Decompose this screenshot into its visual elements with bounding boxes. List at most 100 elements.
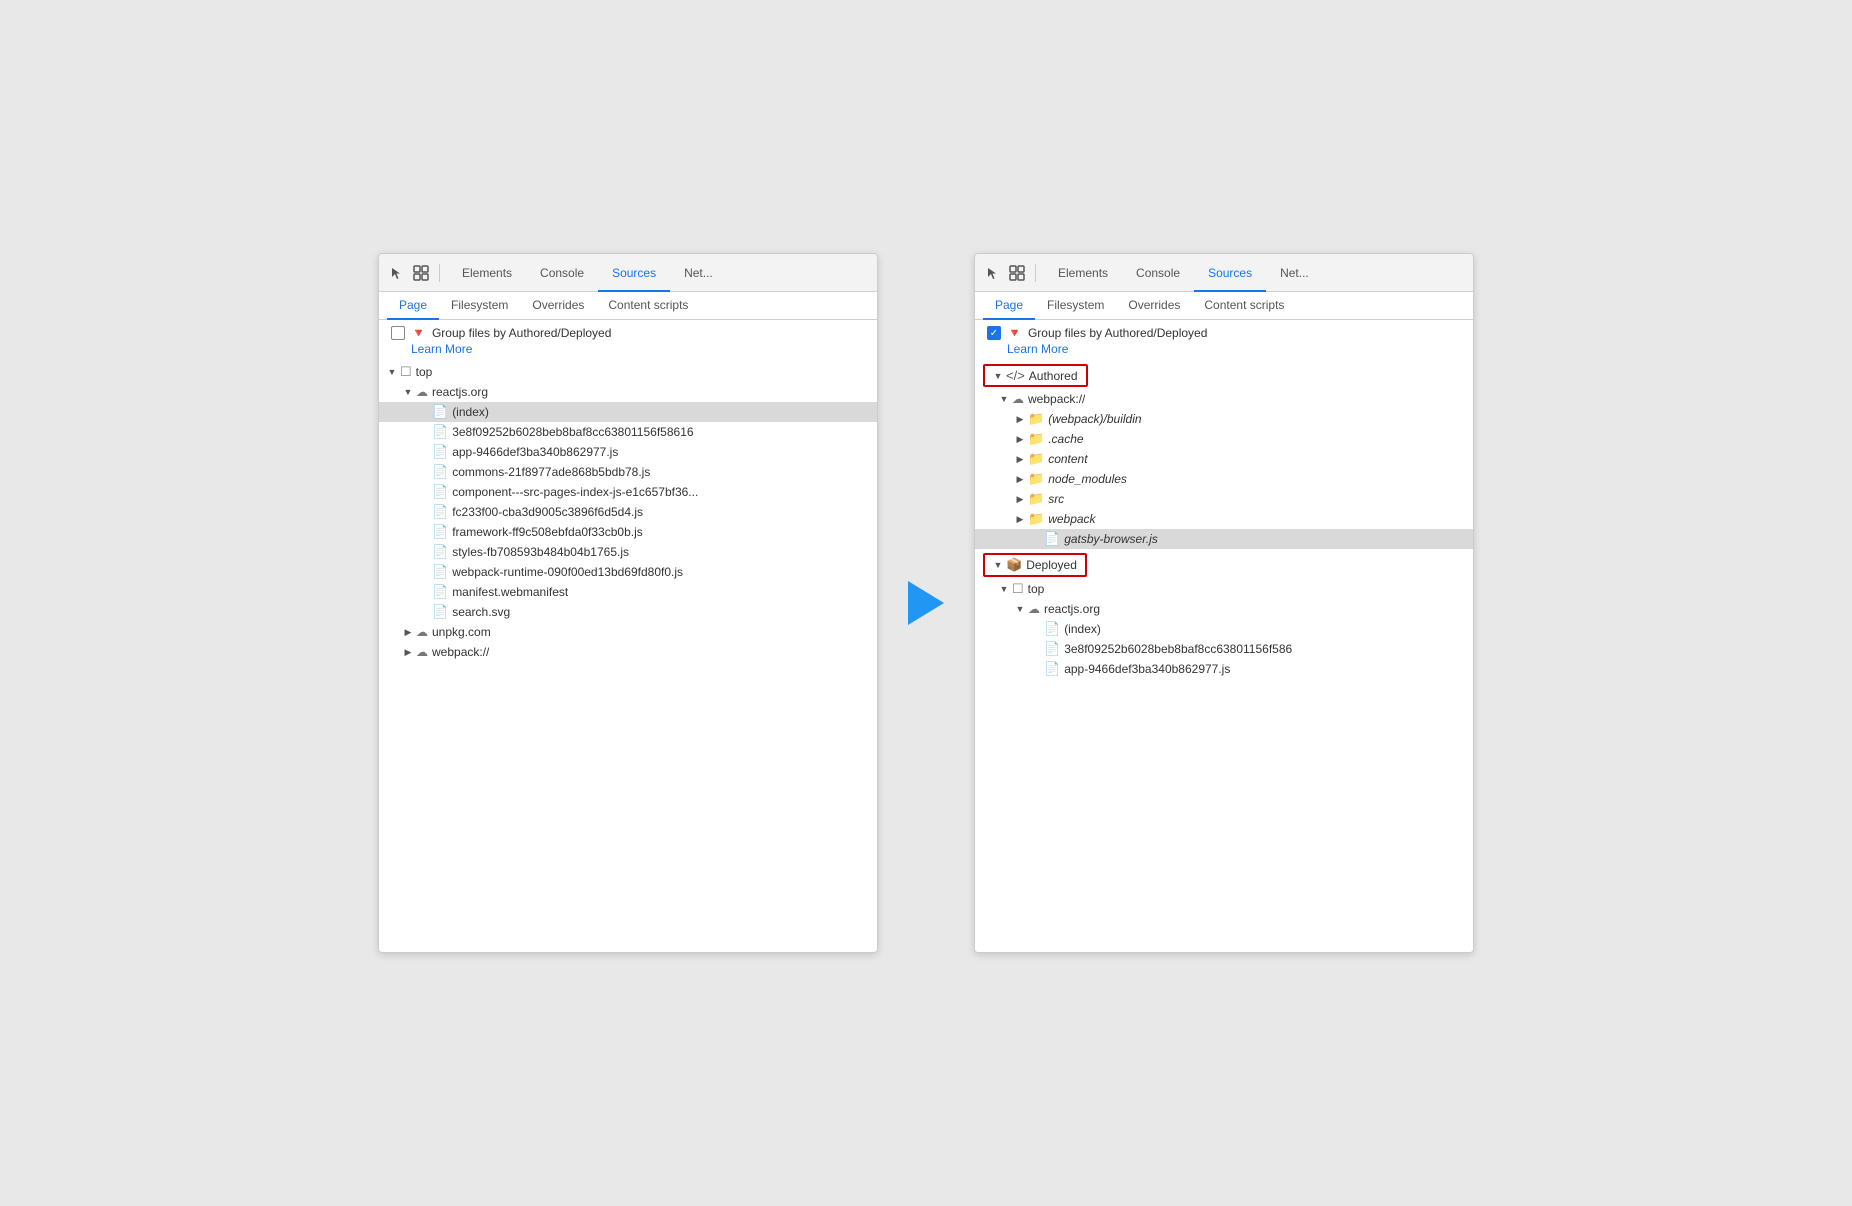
left-learn-more-link[interactable]: Learn More — [411, 342, 472, 356]
inspect-icon[interactable] — [411, 263, 431, 283]
tree-item-webpack-authored[interactable]: ☁ webpack:// — [975, 389, 1473, 409]
tree-item-index-deployed[interactable]: 📄 (index) — [975, 619, 1473, 639]
inspect-icon-right[interactable] — [1007, 263, 1027, 283]
tree-item-search-svg[interactable]: 📄 search.svg — [379, 602, 877, 622]
tab-console-left[interactable]: Console — [526, 254, 598, 292]
tree-item-file-deployed1[interactable]: 📄 3e8f09252b6028beb8baf8cc63801156f586 — [975, 639, 1473, 659]
tree-label: reactjs.org — [432, 385, 488, 399]
tab-elements-left[interactable]: Elements — [448, 254, 526, 292]
right-learn-more-link[interactable]: Learn More — [1007, 342, 1068, 356]
tree-triangle — [993, 371, 1003, 381]
tree-item-cache[interactable]: 📁 .cache — [975, 429, 1473, 449]
right-group-files-label[interactable]: 🔻 Group files by Authored/Deployed — [987, 326, 1207, 340]
sub-tab-filesystem-right[interactable]: Filesystem — [1035, 292, 1116, 320]
tree-item-file4[interactable]: 📄 component---src-pages-index-js-e1c657b… — [379, 482, 877, 502]
tree-item-webpack-left[interactable]: ☁ webpack:// — [379, 642, 877, 662]
right-toolbar: Elements Console Sources Net... — [975, 254, 1473, 292]
tree-label: app-9466def3ba340b862977.js — [452, 445, 618, 459]
toolbar-divider-right — [1035, 264, 1036, 282]
tree-item-manifest[interactable]: 📄 manifest.webmanifest — [379, 582, 877, 602]
file-icon: 📄 — [432, 524, 448, 540]
file-icon: 📄 — [432, 424, 448, 440]
tree-triangle — [403, 627, 413, 638]
tree-label: gatsby-browser.js — [1064, 532, 1158, 546]
funnel-icon-right: 🔻 — [1007, 326, 1022, 340]
tree-item-top-deployed[interactable]: ☐ top — [975, 579, 1473, 599]
funnel-icon: 🔻 — [411, 326, 426, 340]
tree-item-webpack-folder[interactable]: 📁 webpack — [975, 509, 1473, 529]
tree-triangle — [1015, 494, 1025, 505]
file-icon: 📄 — [432, 484, 448, 500]
right-group-files-row: 🔻 Group files by Authored/Deployed Learn… — [975, 320, 1473, 360]
file-icon: 📄 — [432, 604, 448, 620]
tree-item-file6[interactable]: 📄 framework-ff9c508ebfda0f33cb0b.js — [379, 522, 877, 542]
tree-triangle — [1015, 604, 1025, 614]
tab-sources-left[interactable]: Sources — [598, 254, 670, 292]
tab-sources-right[interactable]: Sources — [1194, 254, 1266, 292]
left-group-files-label[interactable]: 🔻 Group files by Authored/Deployed — [391, 326, 611, 340]
tree-label: (webpack)/buildin — [1048, 412, 1141, 426]
tree-item-file8[interactable]: 📄 webpack-runtime-090f00ed13bd69fd80f0.j… — [379, 562, 877, 582]
right-group-files-checkbox[interactable] — [987, 326, 1001, 340]
tree-item-file3[interactable]: 📄 commons-21f8977ade868b5bdb78.js — [379, 462, 877, 482]
tree-item-top[interactable]: ☐ top — [379, 362, 877, 382]
tree-label: webpack — [1048, 512, 1095, 526]
tree-item-deployed[interactable]: 📦 Deployed — [983, 553, 1087, 577]
tree-item-content[interactable]: 📁 content — [975, 449, 1473, 469]
sub-tab-overrides-left[interactable]: Overrides — [520, 292, 596, 320]
tab-elements-right[interactable]: Elements — [1044, 254, 1122, 292]
arrow-shape — [908, 581, 944, 625]
tree-item-node-modules[interactable]: 📁 node_modules — [975, 469, 1473, 489]
tree-item-webpack-buildin[interactable]: 📁 (webpack)/buildin — [975, 409, 1473, 429]
left-group-files-row: 🔻 Group files by Authored/Deployed Learn… — [379, 320, 877, 360]
sub-tab-content-scripts-left[interactable]: Content scripts — [596, 292, 700, 320]
tab-network-left[interactable]: Net... — [670, 254, 727, 292]
box-icon: 📦 — [1006, 557, 1022, 573]
tree-label: webpack-runtime-090f00ed13bd69fd80f0.js — [452, 565, 683, 579]
tree-item-gatsby-browser[interactable]: 📄 gatsby-browser.js — [975, 529, 1473, 549]
tree-item-unpkg[interactable]: ☁ unpkg.com — [379, 622, 877, 642]
cursor-icon[interactable] — [387, 263, 407, 283]
tab-network-right[interactable]: Net... — [1266, 254, 1323, 292]
tree-item-file2[interactable]: 📄 app-9466def3ba340b862977.js — [379, 442, 877, 462]
tree-label: src — [1048, 492, 1064, 506]
cloud-icon: ☁ — [1028, 602, 1040, 616]
sub-tab-page-left[interactable]: Page — [387, 292, 439, 320]
tree-item-authored[interactable]: </> Authored — [983, 364, 1088, 387]
tree-item-file7[interactable]: 📄 styles-fb708593b484b04b1765.js — [379, 542, 877, 562]
cloud-icon: ☁ — [1012, 392, 1024, 406]
tree-item-index[interactable]: 📄 (index) — [379, 402, 877, 422]
tree-label: content — [1048, 452, 1087, 466]
file-icon: 📄 — [432, 464, 448, 480]
tree-label: component---src-pages-index-js-e1c657bf3… — [452, 485, 698, 499]
tree-label: 3e8f09252b6028beb8baf8cc63801156f586 — [1064, 642, 1292, 656]
cursor-icon-right[interactable] — [983, 263, 1003, 283]
tree-item-file-deployed2[interactable]: 📄 app-9466def3ba340b862977.js — [975, 659, 1473, 679]
tree-triangle — [1015, 454, 1025, 465]
tree-label: unpkg.com — [432, 625, 491, 639]
tree-label: manifest.webmanifest — [452, 585, 568, 599]
tree-item-reactjs-deployed[interactable]: ☁ reactjs.org — [975, 599, 1473, 619]
tree-item-file1[interactable]: 📄 3e8f09252b6028beb8baf8cc63801156f58616 — [379, 422, 877, 442]
tree-label: top — [1028, 582, 1045, 596]
tree-item-src[interactable]: 📁 src — [975, 489, 1473, 509]
right-devtools-panel: Elements Console Sources Net... Page Fil… — [974, 253, 1474, 953]
sub-tab-content-scripts-right[interactable]: Content scripts — [1192, 292, 1296, 320]
file-icon: 📄 — [432, 504, 448, 520]
folder-icon: 📁 — [1028, 431, 1044, 447]
file-icon: 📄 — [1044, 621, 1060, 637]
direction-arrow — [908, 581, 944, 625]
sub-tab-page-right[interactable]: Page — [983, 292, 1035, 320]
cloud-icon: ☁ — [416, 625, 428, 639]
tree-item-file5[interactable]: 📄 fc233f00-cba3d9005c3896f6d5d4.js — [379, 502, 877, 522]
tab-console-right[interactable]: Console — [1122, 254, 1194, 292]
tree-label: webpack:// — [432, 645, 489, 659]
left-group-files-checkbox[interactable] — [391, 326, 405, 340]
tree-item-reactjs[interactable]: ☁ reactjs.org — [379, 382, 877, 402]
sub-tab-overrides-right[interactable]: Overrides — [1116, 292, 1192, 320]
tree-label: (index) — [1064, 622, 1101, 636]
tree-label: Authored — [1029, 369, 1078, 383]
sub-tab-filesystem-left[interactable]: Filesystem — [439, 292, 520, 320]
folder-icon: 📁 — [1028, 471, 1044, 487]
file-icon: 📄 — [1044, 661, 1060, 677]
